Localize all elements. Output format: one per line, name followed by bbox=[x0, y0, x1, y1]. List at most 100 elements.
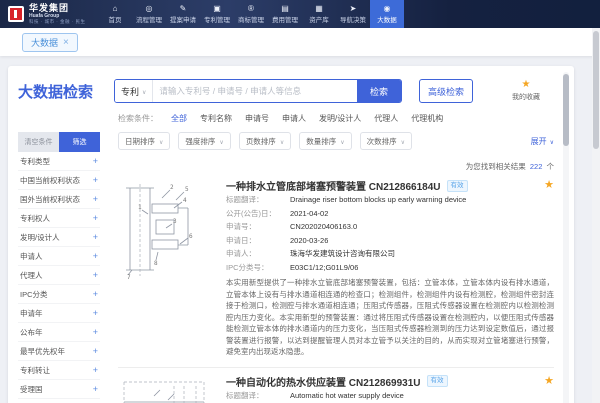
filter-item[interactable]: 专利转让 bbox=[18, 361, 100, 380]
clear-conditions-button[interactable]: 清空条件 bbox=[18, 132, 59, 152]
condition-label: 检索条件： bbox=[118, 113, 158, 124]
condition-option[interactable]: 专利名称 bbox=[200, 113, 232, 124]
plus-icon[interactable] bbox=[93, 194, 98, 204]
result-details: 一种排水立管底部堵塞预警装置 CN212866184U 有效 标题翻译： Dra… bbox=[226, 178, 554, 358]
favorite-star-icon[interactable] bbox=[544, 180, 554, 191]
filter-button[interactable]: 筛选 bbox=[59, 132, 100, 152]
my-favorites[interactable]: 我的收藏 bbox=[512, 80, 540, 102]
sort-dropdowns: 日期排序 强度排序 页数排序 bbox=[118, 132, 412, 150]
nav-item-label: 提案申请 bbox=[170, 14, 196, 24]
plus-icon[interactable] bbox=[93, 365, 98, 375]
nav-item[interactable]: ✎ 提案申请 bbox=[166, 0, 200, 28]
tab-bigdata[interactable]: 大数据 bbox=[22, 33, 78, 52]
chevron-down-icon bbox=[159, 137, 163, 146]
filter-item[interactable]: 专利权人 bbox=[18, 209, 100, 228]
sort-dropdown[interactable]: 强度排序 bbox=[178, 132, 230, 150]
nav-item[interactable]: ▦ 资产库 bbox=[302, 0, 336, 28]
plus-icon[interactable] bbox=[93, 289, 98, 299]
plus-icon[interactable] bbox=[93, 156, 98, 166]
plus-icon[interactable] bbox=[93, 308, 98, 318]
brand-name-en: Huafa Group bbox=[29, 14, 86, 19]
result-abstract: 本实用新型提供了一种排水立管底部堵塞预警装置，包括：立管本体，立管本体内设有排水… bbox=[226, 277, 554, 358]
filter-item[interactable]: 中国当前权利状态 bbox=[18, 171, 100, 190]
condition-row: 检索条件： 全部 专利名称 申请号 申请人 发明/设计人 代理人 bbox=[118, 113, 554, 124]
filter-item[interactable]: 国外当前权利状态 bbox=[18, 190, 100, 209]
result-title[interactable]: 一种自动化的热水供应装置 CN212869931U bbox=[226, 374, 421, 389]
svg-text:6: 6 bbox=[189, 233, 193, 240]
page-scrollbar-thumb[interactable] bbox=[593, 31, 599, 149]
plus-icon[interactable] bbox=[93, 270, 98, 280]
nav-item-label: 资产库 bbox=[309, 14, 329, 24]
filter-item[interactable]: IPC分类 bbox=[18, 285, 100, 304]
chevron-down-icon bbox=[401, 137, 405, 146]
condition-option[interactable]: 代理人 bbox=[374, 113, 398, 124]
filter-item[interactable]: 申请年 bbox=[18, 304, 100, 323]
search-type-select[interactable]: 专利 bbox=[115, 80, 153, 102]
card-scrollbar-thumb[interactable] bbox=[563, 74, 569, 146]
condition-option[interactable]: 发明/设计人 bbox=[319, 113, 361, 124]
sort-dropdown[interactable]: 次数排序 bbox=[360, 132, 412, 150]
process-icon: ◎ bbox=[146, 4, 153, 13]
filter-item-label: 代理人 bbox=[20, 270, 43, 281]
nav-item[interactable]: ➤ 导航决策 bbox=[336, 0, 370, 28]
nav-item[interactable]: ⌂ 首页 bbox=[98, 0, 132, 28]
condition-option[interactable]: 申请人 bbox=[282, 113, 306, 124]
nav-item[interactable]: ® 商标管理 bbox=[234, 0, 268, 28]
field-value: 2020-03-26 bbox=[290, 234, 328, 248]
nav-item[interactable]: ◎ 流程管理 bbox=[132, 0, 166, 28]
result-title[interactable]: 一种排水立管底部堵塞预警装置 CN212866184U bbox=[226, 178, 441, 193]
nav-item[interactable]: ▣ 专利管理 bbox=[200, 0, 234, 28]
sort-dropdown[interactable]: 日期排序 bbox=[118, 132, 170, 150]
summary-count[interactable]: 222 bbox=[530, 162, 543, 171]
sort-dropdown[interactable]: 数量排序 bbox=[299, 132, 351, 150]
field-label: 标题翻译： bbox=[226, 389, 290, 403]
main-nav: ⌂ 首页 ◎ 流程管理 ✎ 提案申请 ▣ 专利管理 bbox=[98, 0, 404, 28]
sort-row: 日期排序 强度排序 页数排序 bbox=[118, 132, 554, 150]
close-icon[interactable] bbox=[63, 37, 69, 47]
result-item: 图1 一种自动化的热水供应装置 CN212869931U 有效 bbox=[118, 374, 554, 403]
plus-icon[interactable] bbox=[93, 327, 98, 337]
card-scrollbar[interactable] bbox=[563, 72, 569, 403]
result-field: 公开(公告)日： 2021-04-02 bbox=[226, 207, 554, 221]
expand-toggle[interactable]: 展开 bbox=[531, 136, 554, 147]
plus-icon[interactable] bbox=[93, 384, 98, 394]
filter-item[interactable]: 最早优先权年 bbox=[18, 342, 100, 361]
filter-item[interactable]: 公布年 bbox=[18, 323, 100, 342]
filter-item[interactable]: 专利类型 bbox=[18, 152, 100, 171]
field-value: CN202020406163.0 bbox=[290, 220, 357, 234]
patent-drawing-thumbnail[interactable]: 图1 bbox=[118, 374, 210, 403]
star-icon bbox=[522, 80, 531, 90]
sort-dropdown-label: 日期排序 bbox=[125, 136, 155, 147]
plus-icon[interactable] bbox=[93, 346, 98, 356]
nav-item[interactable]: ◉ 大数据 bbox=[370, 0, 404, 28]
sort-dropdown[interactable]: 页数排序 bbox=[239, 132, 291, 150]
condition-options: 全部 专利名称 申请号 申请人 发明/设计人 代理人 代理机构 bbox=[171, 113, 443, 124]
page-scrollbar[interactable] bbox=[592, 28, 600, 403]
plus-icon[interactable] bbox=[93, 213, 98, 223]
status-badge: 有效 bbox=[427, 375, 448, 387]
filter-item[interactable]: 受理国 bbox=[18, 380, 100, 399]
filter-item[interactable]: 发明/设计人 bbox=[18, 228, 100, 247]
advanced-search-button[interactable]: 高级检索 bbox=[419, 79, 473, 103]
plus-icon[interactable] bbox=[93, 232, 98, 242]
nav-item[interactable]: ▤ 费用管理 bbox=[268, 0, 302, 28]
plus-icon[interactable] bbox=[93, 251, 98, 261]
bigdata-icon: ◉ bbox=[384, 4, 391, 13]
nav-item-label: 商标管理 bbox=[238, 14, 264, 24]
filter-item[interactable]: 代理人 bbox=[18, 266, 100, 285]
search-button[interactable]: 检索 bbox=[357, 80, 401, 102]
patent-drawing-thumbnail[interactable]: 254 136 78 bbox=[118, 178, 210, 280]
search-input[interactable] bbox=[153, 80, 357, 102]
sort-dropdown-label: 数量排序 bbox=[306, 136, 336, 147]
favorite-star-icon[interactable] bbox=[544, 376, 554, 387]
filter-item[interactable]: 来源国 bbox=[18, 399, 100, 403]
result-field: 申请号： CN202020406163.0 bbox=[226, 220, 554, 234]
filter-item-label: 国外当前权利状态 bbox=[20, 194, 80, 205]
search-type-value: 专利 bbox=[121, 85, 139, 98]
condition-option[interactable]: 全部 bbox=[171, 113, 187, 124]
condition-option[interactable]: 申请号 bbox=[245, 113, 269, 124]
plus-icon[interactable] bbox=[93, 175, 98, 185]
condition-option[interactable]: 代理机构 bbox=[411, 113, 443, 124]
filter-item[interactable]: 申请人 bbox=[18, 247, 100, 266]
expense-icon: ▤ bbox=[281, 4, 289, 13]
